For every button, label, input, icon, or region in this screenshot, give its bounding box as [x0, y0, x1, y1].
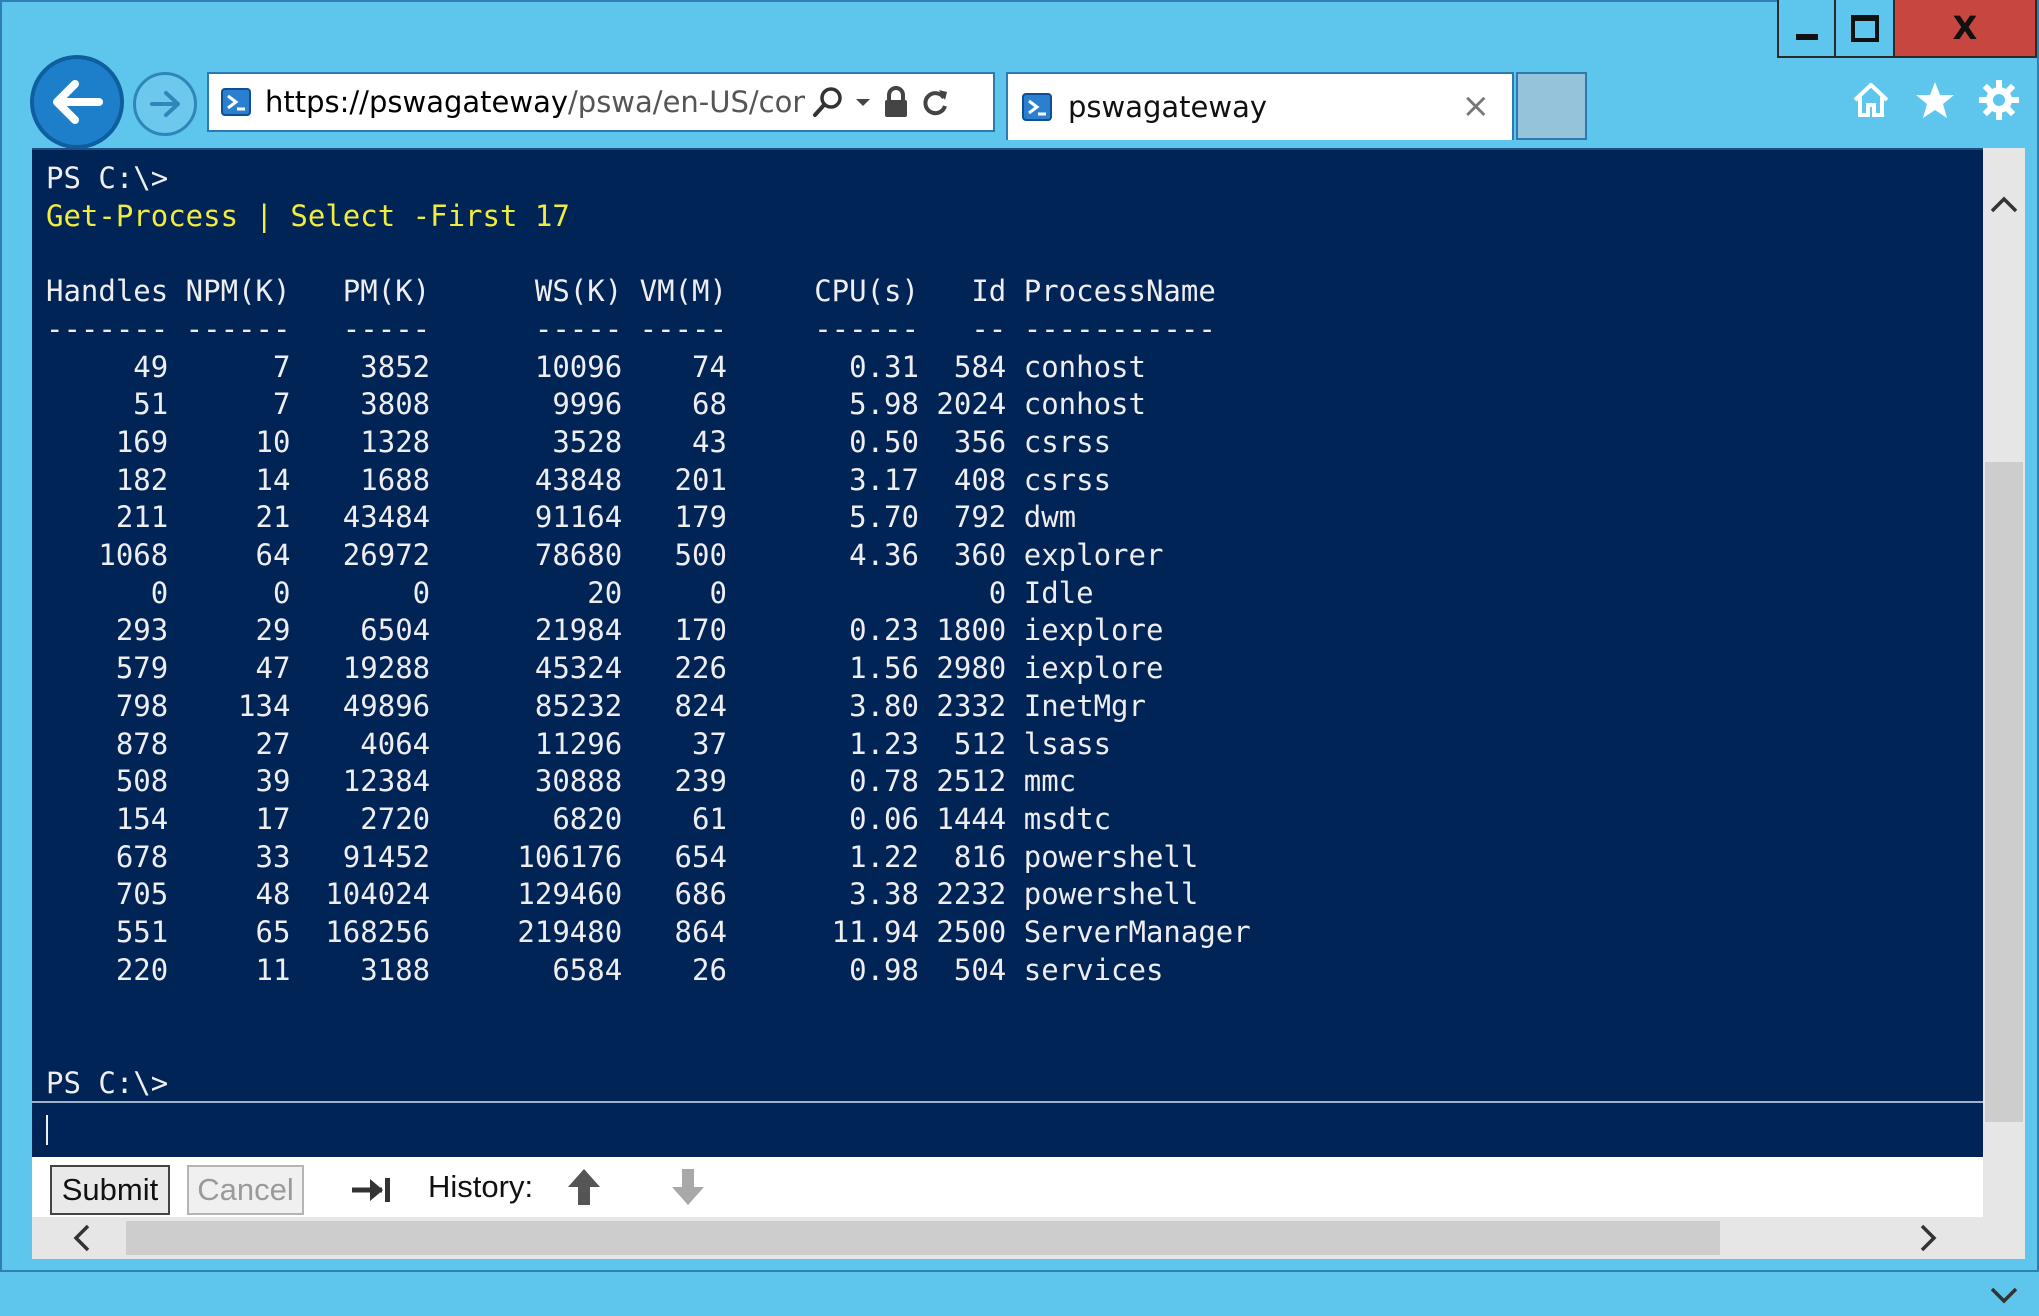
favorites-star-icon[interactable]: [1913, 78, 1957, 122]
table-row: 878 27 4064 11296 37 1.23 512 lsass: [46, 726, 1112, 761]
tab-pswagateway[interactable]: pswagateway ×: [1006, 72, 1514, 140]
table-row: 49 7 3852 10096 74 0.31 584 conhost: [46, 349, 1146, 384]
table-row: 551 65 168256 219480 864 11.94 2500 Serv…: [46, 915, 1251, 950]
console-command: Get-Process | Select -First 17: [46, 198, 570, 233]
maximize-button[interactable]: [1836, 0, 1895, 58]
submit-button[interactable]: Submit: [50, 1165, 170, 1215]
close-window-button[interactable]: X: [1895, 0, 2037, 58]
back-button[interactable]: [30, 55, 124, 149]
refresh-icon[interactable]: [919, 86, 951, 118]
url-protocol: https://: [265, 85, 369, 119]
console-prompt: PS C:\>: [46, 161, 169, 195]
new-tab-button[interactable]: [1516, 72, 1587, 140]
tab-favicon-icon: [1022, 93, 1052, 121]
scroll-down-button[interactable]: [1983, 1276, 2025, 1316]
table-row: 154 17 2720 6820 61 0.06 1444 msdtc: [46, 801, 1112, 836]
dropdown-chevron-icon[interactable]: [853, 92, 873, 112]
url-host: pswagateway: [368, 85, 569, 119]
console-controls-bar: Submit Cancel History:: [32, 1157, 1983, 1217]
back-arrow-icon: [53, 80, 103, 124]
lock-icon[interactable]: [881, 85, 911, 119]
table-row: 1068 64 26972 78680 500 4.36 360 explore…: [46, 538, 1164, 573]
cancel-button[interactable]: Cancel: [187, 1165, 304, 1215]
tab-complete-icon[interactable]: [350, 1175, 394, 1205]
scroll-left-button[interactable]: [62, 1217, 102, 1259]
console-text: PS C:\> Get-Process | Select -First 17 H…: [32, 150, 1983, 1103]
table-row: 0 0 0 20 0 0 Idle: [46, 575, 1094, 610]
history-down-arrow-icon[interactable]: [670, 1167, 706, 1207]
table-row: 798 134 49896 85232 824 3.80 2332 InetMg…: [46, 688, 1146, 723]
table-row: 678 33 91452 106176 654 1.22 816 powersh…: [46, 839, 1199, 874]
tab-title: pswagateway: [1068, 90, 1268, 124]
table-row: 51 7 3808 9996 68 5.98 2024 conhost: [46, 387, 1146, 422]
forward-arrow-icon: [150, 91, 180, 117]
search-icon[interactable]: [811, 85, 845, 119]
table-row: 579 47 19288 45324 226 1.56 2980 iexplor…: [46, 651, 1164, 686]
settings-gear-icon[interactable]: [1977, 78, 2021, 122]
chevron-right-icon: [1920, 1224, 1937, 1252]
table-header: Handles NPM(K) PM(K) WS(K) VM(M) CPU(s) …: [46, 274, 1216, 309]
minimize-icon: [1795, 34, 1818, 40]
vertical-scroll-thumb[interactable]: [1985, 462, 2023, 1122]
table-row: 182 14 1688 43848 201 3.17 408 csrss: [46, 462, 1112, 497]
horizontal-scroll-thumb[interactable]: [126, 1221, 1720, 1255]
chevron-left-icon: [73, 1224, 90, 1252]
scrollbar-corner: [1983, 1186, 2025, 1259]
chevron-down-icon: [1990, 1287, 2018, 1304]
table-row: 220 11 3188 6584 26 0.98 504 services: [46, 952, 1164, 987]
scroll-up-button[interactable]: [1983, 184, 2025, 224]
url-text[interactable]: https://pswagateway/pswa/en-US/console: [265, 85, 805, 119]
history-label: History:: [428, 1169, 534, 1204]
table-row: 293 29 6504 21984 170 0.23 1800 iexplore: [46, 613, 1164, 648]
home-icon[interactable]: [1849, 78, 1893, 122]
table-row: 705 48 104024 129460 686 3.38 2232 power…: [46, 877, 1199, 912]
address-bar[interactable]: https://pswagateway/pswa/en-US/console: [207, 72, 995, 132]
history-up-arrow-icon[interactable]: [566, 1167, 602, 1207]
chevron-up-icon: [1990, 196, 2018, 213]
table-row: 169 10 1328 3528 43 0.50 356 csrss: [46, 424, 1112, 459]
command-input[interactable]: [32, 1101, 1983, 1157]
minimize-button[interactable]: [1777, 0, 1836, 58]
scroll-right-button[interactable]: [1908, 1217, 1948, 1259]
tab-close-icon[interactable]: ×: [1462, 86, 1491, 126]
console-prompt: PS C:\>: [46, 1065, 169, 1100]
horizontal-scrollbar[interactable]: [32, 1217, 1983, 1259]
table-row: 211 21 43484 91164 179 5.70 792 dwm: [46, 500, 1077, 535]
text-caret: [46, 1115, 48, 1145]
close-icon: X: [1952, 9, 1978, 47]
forward-button[interactable]: [133, 72, 197, 136]
console-output[interactable]: PS C:\> Get-Process | Select -First 17 H…: [32, 148, 1983, 1103]
vertical-scrollbar[interactable]: [1983, 148, 2025, 1304]
maximize-icon: [1850, 14, 1879, 42]
url-path: /pswa/en-US/console: [568, 85, 805, 119]
site-favicon-icon: [221, 88, 251, 116]
table-row: 508 39 12384 30888 239 0.78 2512 mmc: [46, 764, 1077, 799]
table-header-separator: ------- ------ ----- ----- ----- ------ …: [46, 311, 1216, 346]
